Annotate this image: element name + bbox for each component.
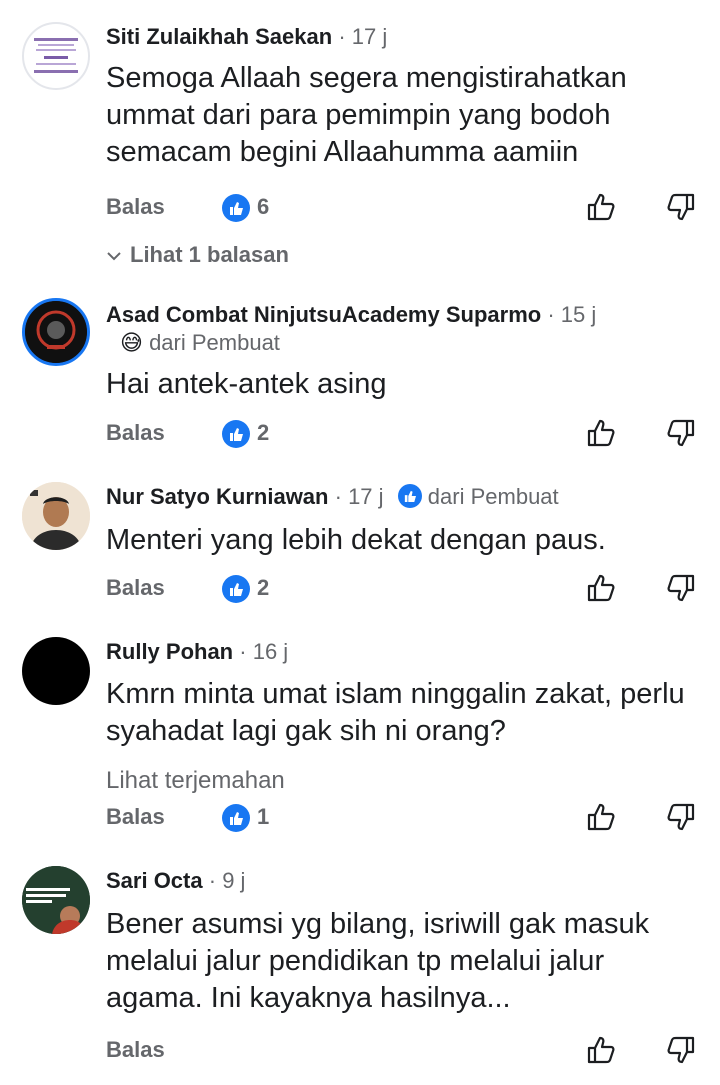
comment-text: Menteri yang lebih dekat dengan paus. bbox=[106, 524, 606, 556]
laughing-emoji-icon: 😅 bbox=[120, 330, 143, 355]
avatar[interactable] bbox=[22, 298, 90, 366]
chevron-down-icon bbox=[106, 240, 124, 270]
thumbs-up-icon[interactable] bbox=[584, 800, 618, 834]
thumbs-down-icon[interactable] bbox=[664, 800, 698, 834]
author-name[interactable]: Nur Satyo Kurniawan bbox=[106, 484, 328, 509]
thumbs-up-icon[interactable] bbox=[584, 416, 618, 450]
author-name[interactable]: Asad Combat NinjutsuAcademy Suparmo bbox=[106, 302, 541, 327]
separator: · bbox=[208, 868, 217, 893]
reply-button[interactable]: Balas bbox=[106, 416, 165, 450]
comment-text: Semoga Allaah segera mengistirahatkan um… bbox=[106, 62, 627, 168]
comment-actions: Balas 1 bbox=[106, 800, 706, 834]
timestamp[interactable]: 17 j bbox=[352, 24, 387, 49]
reply-button[interactable]: Balas bbox=[106, 1033, 165, 1067]
reply-button[interactable]: Balas bbox=[106, 571, 165, 605]
separator: · bbox=[334, 484, 342, 509]
comment-header: Rully Pohan · 16 j bbox=[106, 637, 288, 667]
comment-actions: Balas bbox=[106, 1033, 706, 1067]
thumbs-down-icon[interactable] bbox=[664, 571, 698, 605]
comment-header: Sari Octa · 9 j bbox=[106, 866, 245, 896]
creator-label: dari Pembuat bbox=[149, 330, 280, 355]
avatar[interactable] bbox=[22, 637, 90, 705]
view-replies-link[interactable]: Lihat 1 balasan bbox=[106, 240, 289, 270]
separator: · bbox=[239, 639, 247, 664]
creator-label: dari Pembuat bbox=[427, 484, 559, 509]
view-replies-label: Lihat 1 balasan bbox=[130, 242, 289, 267]
reply-button[interactable]: Balas bbox=[106, 800, 165, 834]
author-name[interactable]: Rully Pohan bbox=[106, 639, 233, 664]
comment-header: Nur Satyo Kurniawan · 17 j dari Pembuat bbox=[106, 482, 559, 516]
timestamp[interactable]: 16 j bbox=[253, 639, 288, 664]
creator-like-badge-icon bbox=[397, 484, 422, 516]
author-name[interactable]: Siti Zulaikhah Saekan bbox=[106, 24, 332, 49]
comment-actions: Balas 2 bbox=[106, 571, 706, 605]
avatar[interactable] bbox=[22, 866, 90, 934]
thumbs-down-icon[interactable] bbox=[664, 1033, 698, 1067]
thumbs-up-icon[interactable] bbox=[584, 1033, 618, 1067]
like-badge-icon[interactable] bbox=[222, 420, 250, 448]
like-count[interactable]: 2 bbox=[257, 416, 269, 450]
thumbs-up-icon[interactable] bbox=[584, 571, 618, 605]
like-count[interactable]: 2 bbox=[257, 571, 269, 605]
like-badge-icon[interactable] bbox=[222, 575, 250, 603]
avatar[interactable] bbox=[22, 482, 90, 550]
like-count[interactable]: 1 bbox=[257, 800, 269, 834]
comment-actions: Balas 6 bbox=[106, 190, 706, 224]
comment-header: Siti Zulaikhah Saekan · 17 j bbox=[106, 22, 387, 52]
author-name[interactable]: Sari Octa bbox=[106, 868, 203, 893]
see-translation-link[interactable]: Lihat terjemahan bbox=[106, 766, 285, 796]
separator: · bbox=[547, 302, 555, 327]
timestamp[interactable]: 9 j bbox=[222, 868, 245, 893]
reply-button[interactable]: Balas bbox=[106, 190, 165, 224]
like-badge-icon[interactable] bbox=[222, 194, 250, 222]
thumbs-up-icon[interactable] bbox=[584, 190, 618, 224]
comment-header: Asad Combat NinjutsuAcademy Suparmo · 15… bbox=[106, 300, 596, 330]
separator: · bbox=[338, 24, 346, 49]
thumbs-down-icon[interactable] bbox=[664, 416, 698, 450]
creator-tag: 😅 dari Pembuat bbox=[120, 328, 280, 358]
like-count[interactable]: 6 bbox=[257, 190, 269, 224]
comment-text: Kmrn minta umat islam ninggalin zakat, p… bbox=[106, 678, 685, 747]
like-badge-icon[interactable] bbox=[222, 804, 250, 832]
thumbs-down-icon[interactable] bbox=[664, 190, 698, 224]
timestamp[interactable]: 17 j bbox=[348, 484, 383, 509]
comment-text: Hai antek-antek asing bbox=[106, 368, 387, 400]
timestamp[interactable]: 15 j bbox=[561, 302, 596, 327]
comment-text: Bener asumsi yg bilang, isriwill gak mas… bbox=[106, 908, 650, 1014]
avatar[interactable] bbox=[22, 22, 90, 90]
comment-actions: Balas 2 bbox=[106, 416, 706, 450]
